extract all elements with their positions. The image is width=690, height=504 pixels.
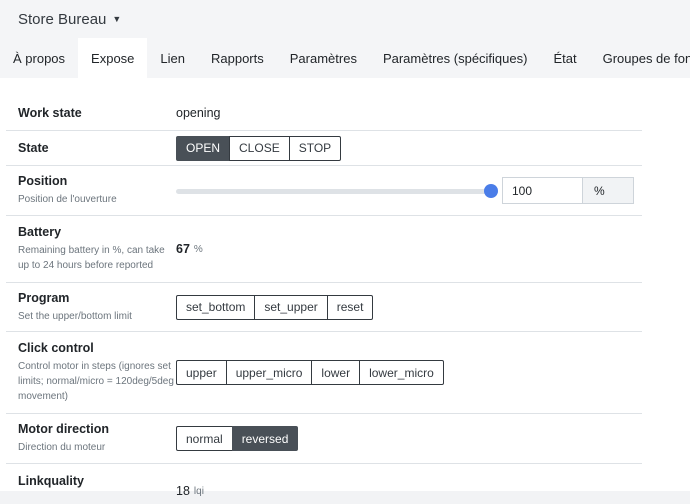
position-title: Position (18, 174, 68, 188)
tab-feature-groups[interactable]: Groupes de fonctionnalité (590, 38, 690, 78)
close-button[interactable]: CLOSE (229, 135, 290, 161)
work-state-title: Work state (18, 105, 82, 120)
reset-button[interactable]: reset (326, 294, 374, 320)
battery-desc: Remaining battery in %, can take up to 2… (18, 245, 165, 271)
normal-button[interactable]: normal (176, 426, 233, 451)
click-control-title: Click control (18, 341, 94, 355)
row-program: Program Set the upper/bottom limit set_b… (6, 283, 642, 332)
tab-about[interactable]: À propos (0, 38, 78, 78)
tab-state[interactable]: État (540, 38, 589, 78)
open-button[interactable]: OPEN (176, 135, 231, 161)
motor-direction-desc: Direction du moteur (18, 442, 106, 453)
top-bar: Store Bureau ▼ (0, 0, 690, 38)
state-button-group: OPEN CLOSE STOP (176, 135, 342, 161)
chevron-down-icon: ▼ (112, 14, 122, 24)
slider-track (176, 188, 498, 194)
tab-settings[interactable]: Paramètres (277, 38, 370, 78)
battery-unit: % (193, 243, 203, 255)
set-upper-button[interactable]: set_upper (254, 294, 328, 320)
position-desc: Position de l'ouverture (18, 194, 117, 205)
click-control-button-group: upper upper_micro lower lower_micro (176, 360, 444, 385)
battery-value: 67 (176, 242, 190, 256)
state-title: State (18, 141, 49, 155)
linkquality-unit: lqi (193, 485, 204, 497)
position-input[interactable]: 100 (502, 177, 582, 204)
position-slider[interactable] (176, 183, 498, 198)
row-work-state: Work state opening (6, 95, 642, 131)
linkquality-value: 18 (176, 484, 190, 498)
upper-button[interactable]: upper (176, 360, 227, 385)
linkquality-title: Linkquality (18, 474, 84, 488)
reversed-button[interactable]: reversed (231, 426, 299, 451)
battery-title: Battery (18, 225, 62, 239)
position-unit: % (582, 177, 634, 204)
row-linkquality: Linkquality 18 lqi (6, 464, 642, 504)
row-position: Position Position de l'ouverture 100 % (6, 166, 642, 216)
tab-link[interactable]: Lien (147, 38, 198, 78)
tab-expose[interactable]: Expose (78, 38, 148, 78)
program-title: Program (18, 290, 70, 305)
row-click-control: Click control Control motor in steps (ig… (6, 332, 642, 414)
expose-panel: Work state opening State OPEN CLOSE STOP… (0, 78, 690, 498)
stop-button[interactable]: STOP (288, 135, 342, 161)
row-motor-direction: Motor direction Direction du moteur norm… (6, 414, 642, 464)
motor-direction-title: Motor direction (18, 422, 109, 436)
row-state: State OPEN CLOSE STOP (6, 131, 642, 166)
program-desc: Set the upper/bottom limit (18, 310, 132, 322)
device-name: Store Bureau (18, 10, 107, 28)
tab-reports[interactable]: Rapports (198, 38, 277, 78)
work-state-value: opening (176, 105, 221, 120)
lower-button[interactable]: lower (311, 360, 361, 385)
row-battery: Battery Remaining battery in %, can take… (6, 216, 642, 283)
tab-bar: À propos Expose Lien Rapports Paramètres… (0, 38, 690, 78)
motor-direction-button-group: normal reversed (176, 426, 299, 451)
lower-micro-button[interactable]: lower_micro (359, 360, 444, 385)
program-button-group: set_bottom set_upper reset (176, 294, 374, 320)
upper-micro-button[interactable]: upper_micro (225, 360, 313, 385)
tab-specific-settings[interactable]: Paramètres (spécifiques) (370, 38, 541, 78)
slider-thumb[interactable] (484, 183, 498, 198)
click-control-desc: Control motor in steps (ignores set limi… (18, 361, 174, 402)
device-selector[interactable]: Store Bureau ▼ (18, 11, 121, 28)
set-bottom-button[interactable]: set_bottom (176, 294, 256, 320)
